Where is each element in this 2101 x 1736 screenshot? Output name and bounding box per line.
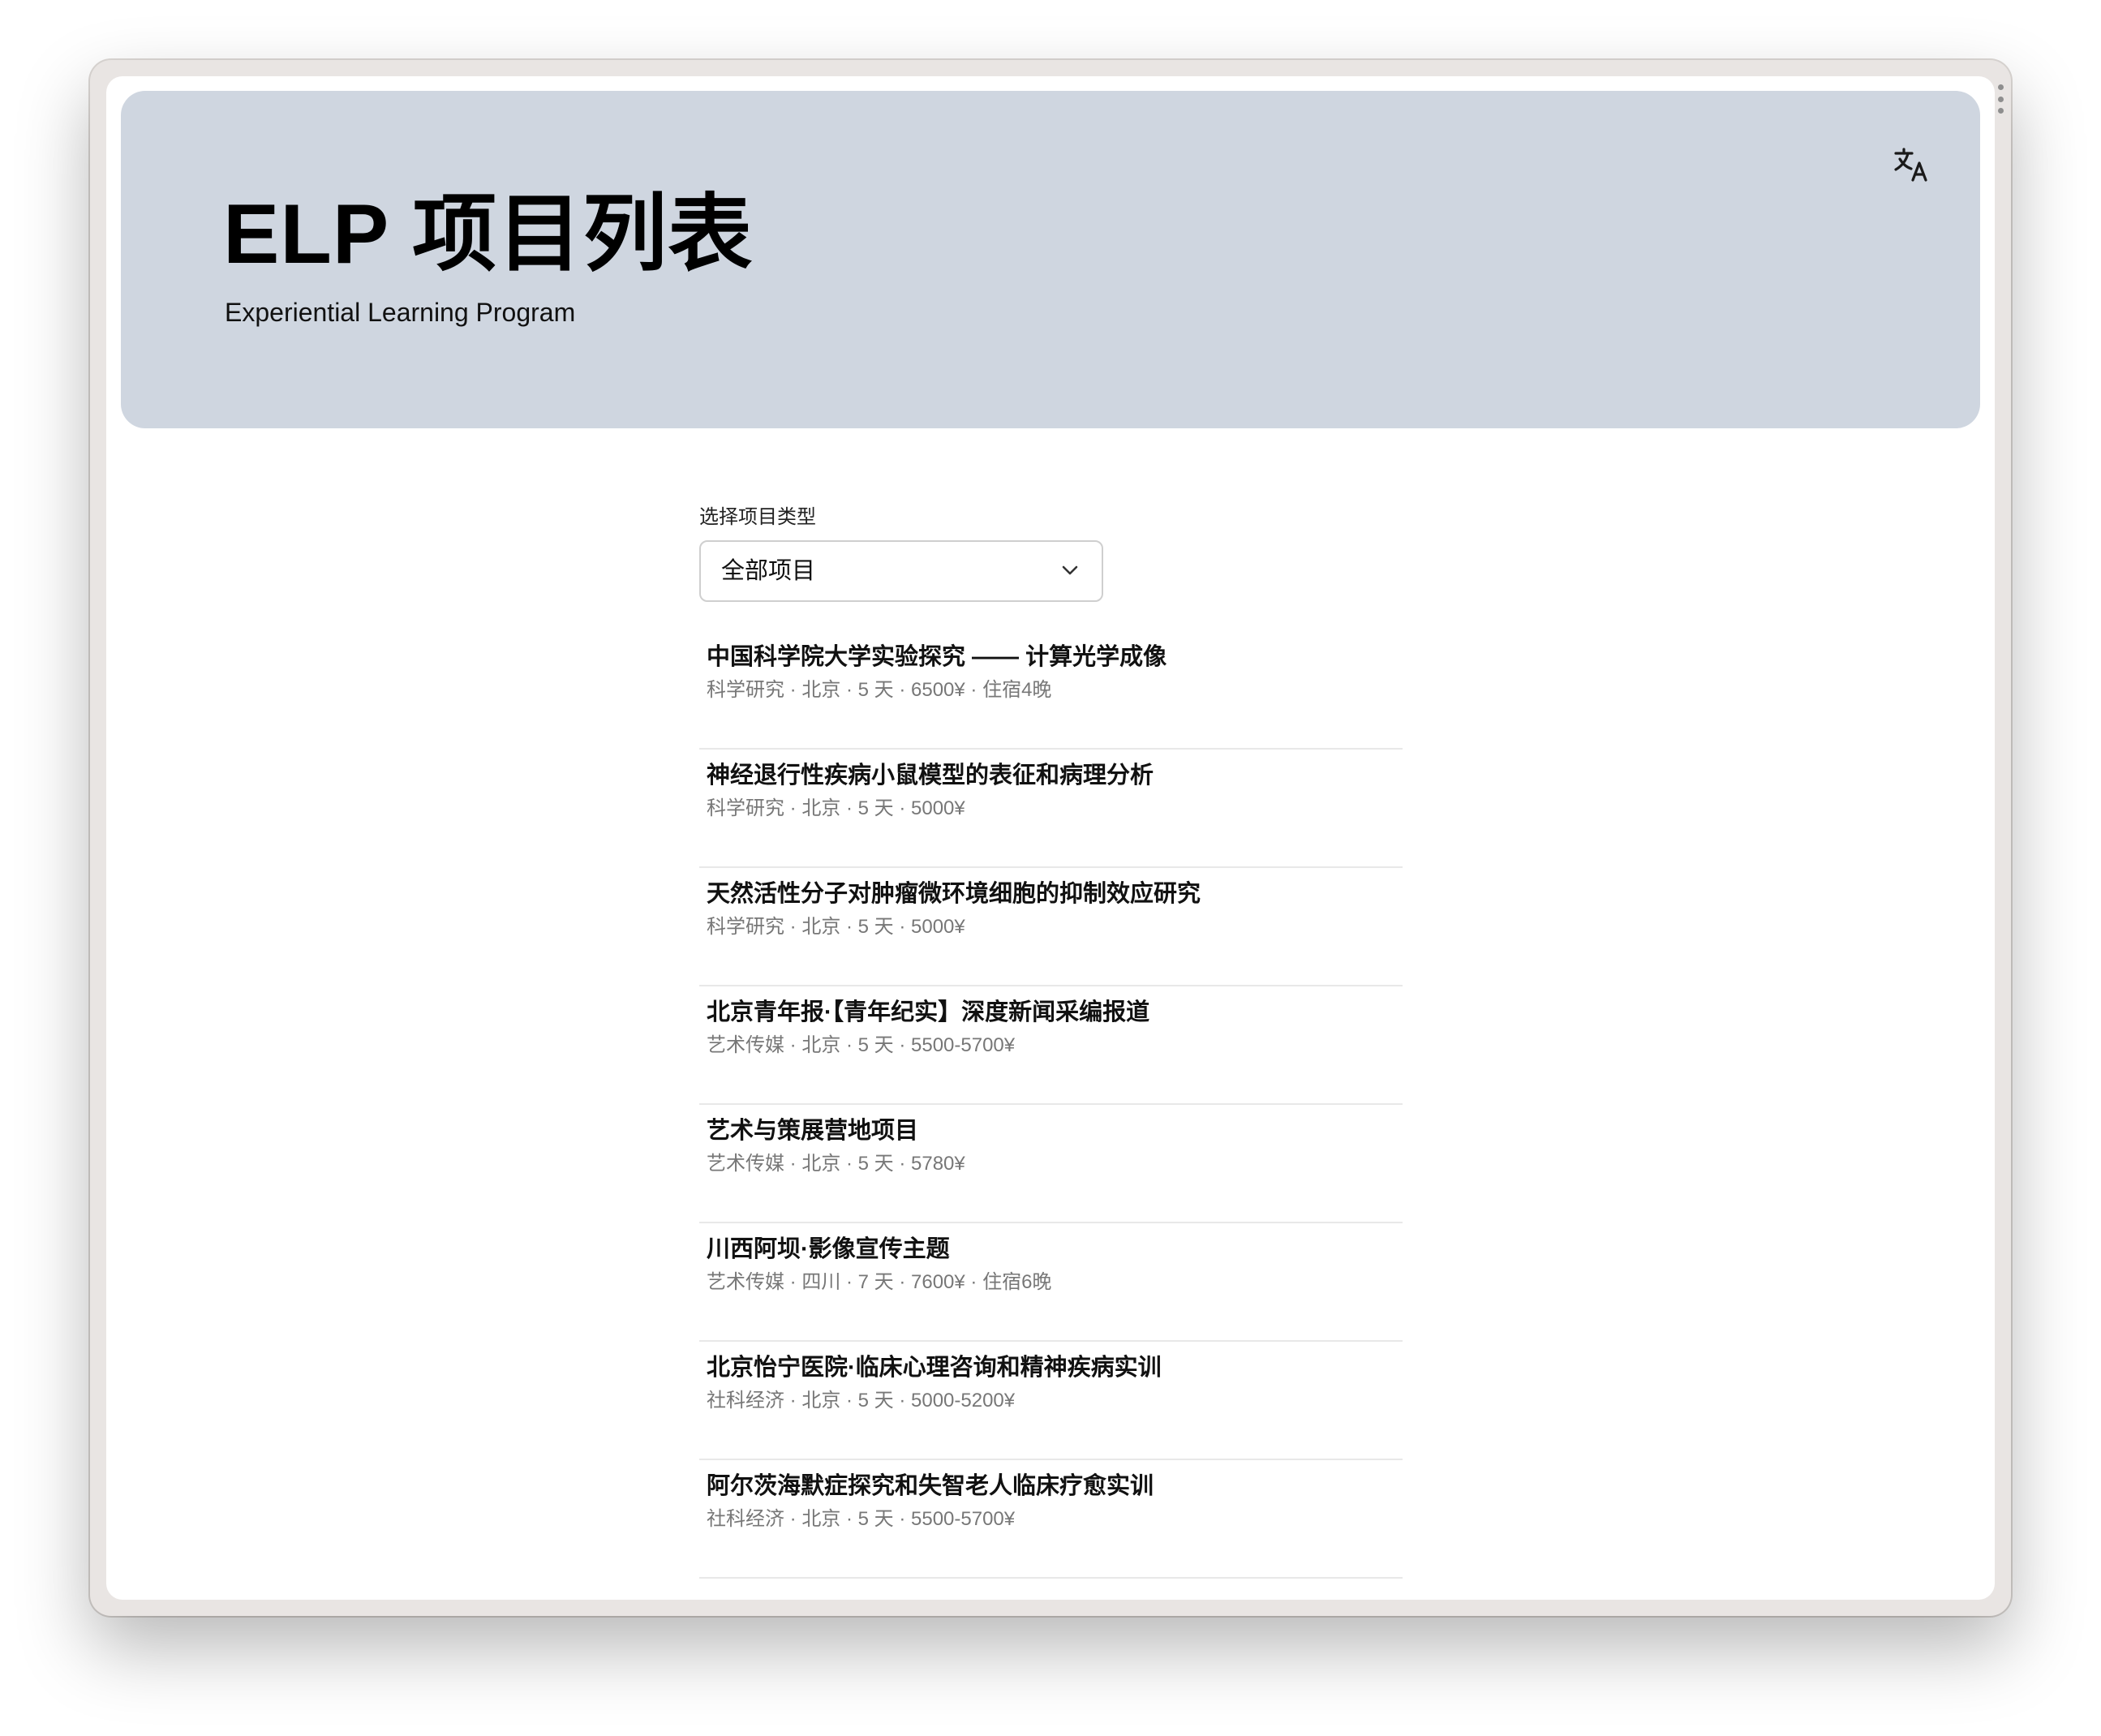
project-type-select[interactable]: 全部项目 [699,540,1103,602]
project-item[interactable]: 北京怡宁医院·临床心理咨询和精神疾病实训 社科经济 · 北京 · 5 天 · 5… [699,1343,1403,1460]
select-value: 全部项目 [721,558,816,584]
project-title: 北京青年报·【青年纪实】深度新闻采编报道 [707,999,1150,1025]
project-item[interactable]: 神经退行性疾病小鼠模型的表征和病理分析 科学研究 · 北京 · 5 天 · 50… [699,751,1403,868]
project-title: 中国科学院大学实验探究 —— 计算光学成像 [707,644,1167,670]
project-meta: 艺术传媒 · 北京 · 5 天 · 5780¥ [707,1153,965,1175]
translate-icon [1894,148,1927,182]
project-item[interactable]: 中国科学院大学实验探究 —— 计算光学成像 科学研究 · 北京 · 5 天 · … [699,633,1403,750]
project-meta: 艺术传媒 · 北京 · 5 天 · 5500-5700¥ [707,1034,1016,1056]
project-item[interactable]: 天然活性分子对肿瘤微环境细胞的抑制效应研究 科学研究 · 北京 · 5 天 · … [699,870,1403,986]
project-item[interactable]: 阿尔茨海默症探究和失智老人临床疗愈实训 社科经济 · 北京 · 5 天 · 55… [699,1462,1403,1579]
handle-dot [1997,96,2004,102]
project-meta: 社科经济 · 北京 · 5 天 · 5500-5700¥ [707,1508,1016,1530]
project-item[interactable]: 艺术与策展营地项目 艺术传媒 · 北京 · 5 天 · 5780¥ [699,1106,1403,1223]
project-meta: 艺术传媒 · 四川 · 7 天 · 7600¥ · 住宿6晚 [707,1271,1052,1293]
project-title: 神经退行性疾病小鼠模型的表征和病理分析 [707,763,1154,789]
project-title: 艺术与策展营地项目 [707,1118,919,1144]
project-item[interactable]: 北京青年报·【青年纪实】深度新闻采编报道 艺术传媒 · 北京 · 5 天 · 5… [699,988,1403,1105]
project-meta: 科学研究 · 北京 · 5 天 · 6500¥ · 住宿4晚 [707,679,1052,701]
project-list: 中国科学院大学实验探究 —— 计算光学成像 科学研究 · 北京 · 5 天 · … [699,633,1403,1579]
window-resize-handle[interactable] [1997,84,2004,114]
project-title: 川西阿坝·影像宣传主题 [707,1236,950,1262]
handle-dot [1997,108,2004,114]
filter-label: 选择项目类型 [699,506,816,528]
language-toggle-button[interactable] [1887,140,1937,190]
handle-dot [1997,84,2004,90]
project-meta: 科学研究 · 北京 · 5 天 · 5000¥ [707,797,965,819]
hero-banner: ELP 项目列表 Experiential Learning Program [121,91,1980,428]
project-meta: 科学研究 · 北京 · 5 天 · 5000¥ [707,916,965,938]
page-title: ELP 项目列表 [223,187,754,281]
main-content: 选择项目类型 全部项目 中国科学院大学实验探究 —— 计算光学成像 科学研究 ·… [699,505,1403,1592]
page-subtitle: Experiential Learning Program [225,298,576,327]
browser-window: ELP 项目列表 Experiential Learning Program 选… [106,76,1995,1600]
project-title: 天然活性分子对肿瘤微环境细胞的抑制效应研究 [707,881,1201,907]
project-item[interactable]: 川西阿坝·影像宣传主题 艺术传媒 · 四川 · 7 天 · 7600¥ · 住宿… [699,1225,1403,1342]
chevron-down-icon [1062,565,1078,575]
project-meta: 社科经济 · 北京 · 5 天 · 5000-5200¥ [707,1390,1016,1412]
project-title: 阿尔茨海默症探究和失智老人临床疗愈实训 [707,1473,1154,1499]
project-title: 北京怡宁医院·临床心理咨询和精神疾病实训 [707,1355,1162,1381]
